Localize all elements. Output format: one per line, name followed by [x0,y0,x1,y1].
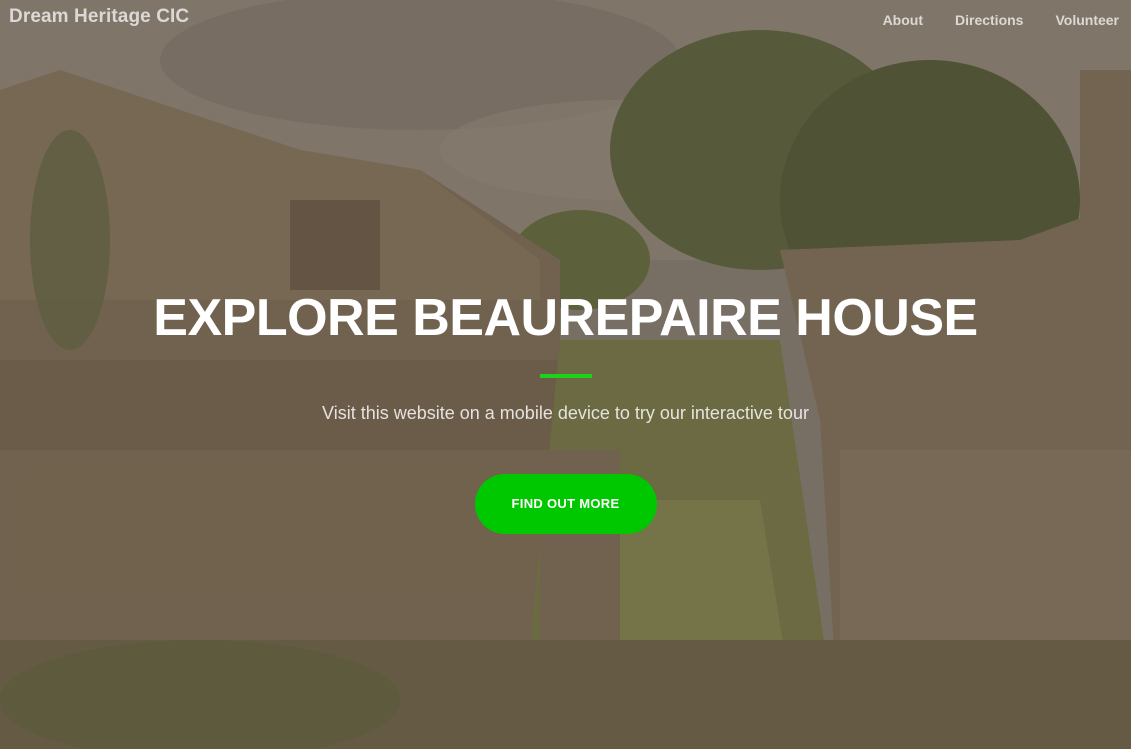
title-divider [539,374,592,378]
nav-link-volunteer[interactable]: Volunteer [1055,12,1119,28]
top-navbar: Dream Heritage CIC About Directions Volu… [0,0,1131,40]
nav-link-directions[interactable]: Directions [955,12,1023,28]
nav-links: About Directions Volunteer [851,12,1119,28]
brand-link[interactable]: Dream Heritage CIC [9,6,189,28]
hero-subtitle: Visit this website on a mobile device to… [322,403,809,423]
nav-link-about[interactable]: About [883,12,923,28]
hero-title: EXPLORE BEAUREPAIRE HOUSE [153,289,978,347]
hero-content: EXPLORE BEAUREPAIRE HOUSE Visit this web… [0,286,1131,534]
hero-section: Dream Heritage CIC About Directions Volu… [0,0,1131,749]
find-out-more-button[interactable]: FIND OUT MORE [474,474,657,534]
